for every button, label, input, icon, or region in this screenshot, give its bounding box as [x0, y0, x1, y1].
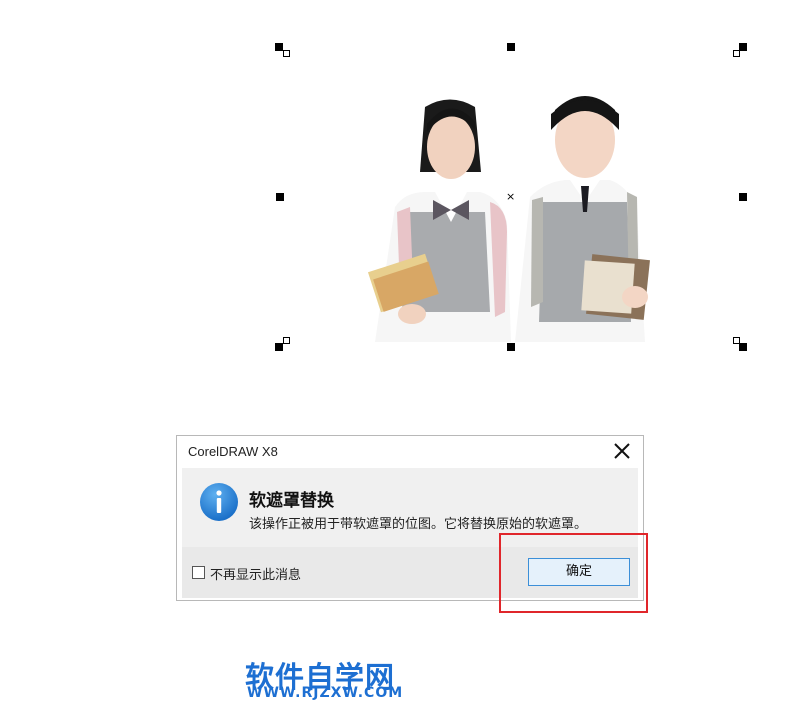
- close-button[interactable]: [611, 440, 633, 462]
- node-handle-bottom-left[interactable]: [283, 337, 290, 344]
- node-handle-top-left[interactable]: [283, 50, 290, 57]
- resize-handle-top[interactable]: [507, 43, 515, 51]
- node-handle-top-right[interactable]: [733, 50, 740, 57]
- resize-handle-top-left[interactable]: [275, 43, 283, 51]
- close-icon: [614, 443, 630, 459]
- resize-handle-left[interactable]: [276, 193, 284, 201]
- resize-handle-top-right[interactable]: [739, 43, 747, 51]
- dont-show-again-checkbox[interactable]: [192, 566, 205, 579]
- info-icon: [200, 483, 238, 521]
- node-handle-bottom-right[interactable]: [733, 337, 740, 344]
- watermark-url: WWW.RJZXW.COM: [247, 685, 404, 701]
- dialog-title: CorelDRAW X8: [188, 444, 278, 459]
- dont-show-again-label[interactable]: 不再显示此消息: [210, 564, 301, 583]
- resize-handle-bottom-left[interactable]: [275, 343, 283, 351]
- girl-figure: [367, 99, 511, 342]
- resize-handle-bottom-right[interactable]: [739, 343, 747, 351]
- boy-figure: [515, 96, 650, 342]
- highlight-box: [499, 533, 648, 613]
- resize-handle-right[interactable]: [739, 193, 747, 201]
- rotation-center-marker[interactable]: ×: [506, 191, 515, 202]
- resize-handle-bottom[interactable]: [507, 343, 515, 351]
- message-text: 该操作正被用于带软遮罩的位图。它将替换原始的软遮罩。: [249, 517, 588, 532]
- message-heading: 软遮罩替换: [249, 491, 334, 511]
